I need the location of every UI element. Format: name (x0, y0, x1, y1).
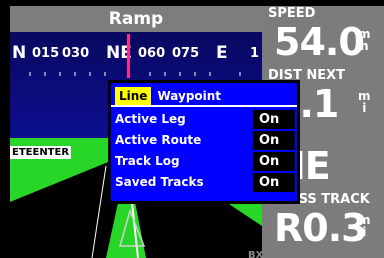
option-value[interactable]: On (253, 110, 295, 129)
popup-tabs: Line Waypoint (115, 85, 227, 105)
option-row-active-leg[interactable]: Active Leg On (113, 110, 295, 130)
option-row-saved-tracks[interactable]: Saved Tracks On (113, 173, 295, 193)
option-label: Active Leg (115, 112, 186, 126)
compass-ticks (29, 72, 241, 76)
option-value[interactable]: On (253, 152, 295, 171)
option-label: Track Log (115, 154, 180, 168)
field-value: R0.3 (274, 206, 368, 250)
waypoint-tag: ETEENTER (10, 146, 72, 159)
tab-waypoint[interactable]: Waypoint (153, 87, 225, 105)
field-unit: m i (358, 90, 371, 114)
tab-divider (111, 105, 297, 107)
field-unit-bottom: h (359, 39, 369, 53)
field-unit: m h (358, 28, 371, 52)
option-value[interactable]: On (253, 173, 295, 192)
option-row-active-route[interactable]: Active Route On (113, 131, 295, 151)
field-unit: m i (358, 214, 371, 238)
option-row-track-log[interactable]: Track Log On (113, 152, 295, 172)
compass-tape: N 015 030 NE 060 075 E 1 (10, 32, 262, 80)
field-unit-bottom: i (362, 101, 367, 115)
field-label: SPEED (268, 6, 316, 21)
option-value[interactable]: On (253, 131, 295, 150)
option-label: Saved Tracks (115, 175, 204, 189)
option-label: Active Route (115, 133, 202, 147)
tab-line[interactable]: Line (115, 87, 152, 105)
map-corner-label: BX (248, 250, 262, 258)
page-title: Ramp (10, 6, 262, 32)
field-speed[interactable]: SPEED 54.0 m h (262, 6, 384, 68)
line-options-popup: Line Waypoint Active Leg On Active Route … (108, 80, 300, 204)
field-unit-bottom: i (362, 225, 367, 239)
gps-screen: Ramp N 015 030 NE 060 075 E 1 ETEENTER B… (0, 0, 384, 258)
field-value: 54.0 (274, 20, 365, 64)
